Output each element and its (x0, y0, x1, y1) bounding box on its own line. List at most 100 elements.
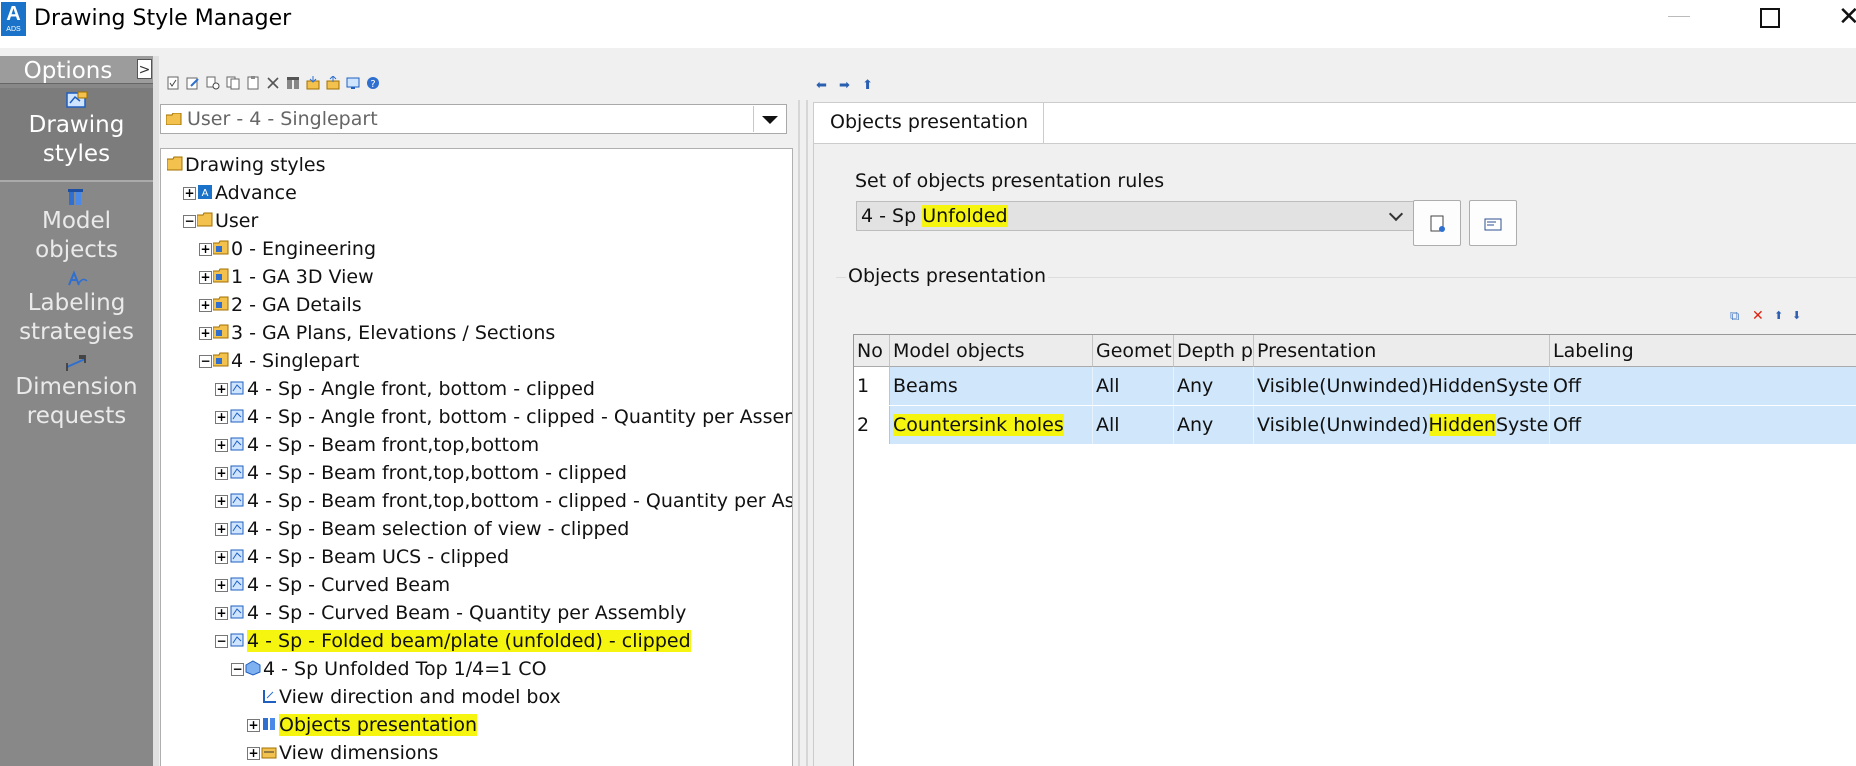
cell-presentation[interactable]: Visible(Unwinded)HiddenSystem (1254, 406, 1550, 444)
tree-item[interactable]: View direction and model box (161, 685, 792, 713)
tree-item[interactable]: +4 - Sp - Angle front, bottom - clipped (161, 377, 792, 405)
cell-model-objects[interactable]: Beams (890, 367, 1093, 405)
tree-item[interactable]: +4 - Sp - Curved Beam (161, 573, 792, 601)
tree-item[interactable]: + Objects presentation (161, 713, 792, 741)
col-no[interactable]: No (854, 335, 890, 367)
tree-item[interactable]: +2 - GA Details (161, 293, 792, 321)
tree-item[interactable]: +1 - GA 3D View (161, 265, 792, 293)
expand-icon[interactable]: + (215, 467, 228, 480)
maximize-button[interactable] (1760, 8, 1780, 28)
table-row[interactable]: 2 Countersink holes All Any Visible(Unwi… (854, 406, 1856, 444)
tree-item[interactable]: +4 - Sp - Beam front,top,bottom (161, 433, 792, 461)
rules-set-select-value: 4 - Sp Unfolded (861, 205, 1008, 227)
tree-item[interactable]: +4 - Sp - Beam UCS - clipped (161, 545, 792, 573)
tree-item[interactable]: − 4 - Sp Unfolded Top 1/4=1 CO (161, 657, 792, 685)
tree-item[interactable]: +4 - Sp - Beam selection of view - clipp… (161, 517, 792, 545)
collapse-icon[interactable]: − (183, 215, 196, 228)
expand-icon[interactable]: + (199, 243, 212, 256)
duplicate-icon[interactable] (226, 76, 240, 90)
copy-style-icon[interactable] (206, 76, 220, 90)
expand-icon[interactable]: + (183, 187, 196, 200)
forward-arrow-icon[interactable]: ➡ (839, 78, 850, 93)
tree-item[interactable]: − User (161, 209, 792, 237)
cell-depth[interactable]: Any (1174, 406, 1254, 444)
preview-icon[interactable] (346, 76, 360, 90)
cell-labeling[interactable]: Off (1550, 406, 1856, 444)
tree-item[interactable]: Drawing styles (161, 153, 792, 181)
back-arrow-icon[interactable]: ⬅ (816, 78, 827, 93)
tree-item[interactable]: +4 - Sp - Beam front,top,bottom - clippe… (161, 489, 792, 517)
drawing-style-select[interactable]: User - 4 - Singlepart (160, 104, 787, 134)
expand-icon[interactable]: + (215, 607, 228, 620)
tab-objects-presentation[interactable]: Objects presentation (816, 103, 1044, 143)
tree-item[interactable]: +4 - Sp - Beam front,top,bottom - clippe… (161, 461, 792, 489)
edit-style-icon[interactable] (186, 76, 200, 90)
expand-icon[interactable]: + (247, 747, 260, 760)
tree-item[interactable]: + A Advance (161, 181, 792, 209)
tree-item[interactable]: +3 - GA Plans, Elevations / Sections (161, 321, 792, 349)
tree-item[interactable]: +4 - Sp - Angle front, bottom - clipped … (161, 405, 792, 433)
nav-dimension-requests[interactable]: Dimension requests (0, 350, 153, 432)
export-icon[interactable] (326, 76, 340, 90)
cell-labeling[interactable]: Off (1550, 367, 1856, 405)
tree-item[interactable]: − 4 - Sp - Folded beam/plate (unfolded) -… (161, 629, 792, 657)
move-down-icon[interactable]: ⬇ (1792, 309, 1801, 322)
expand-icon[interactable]: + (215, 495, 228, 508)
expand-icon[interactable]: + (199, 271, 212, 284)
minimize-button[interactable] (1668, 16, 1690, 17)
expand-icon[interactable]: + (215, 411, 228, 424)
delete-row-icon[interactable]: ✕ (1752, 308, 1764, 324)
cell-geometry[interactable]: All (1093, 367, 1174, 405)
expand-icon[interactable]: + (215, 523, 228, 536)
col-presentation[interactable]: Presentation (1254, 335, 1550, 367)
cell-depth[interactable]: Any (1174, 367, 1254, 405)
sidebar-splitter[interactable] (153, 56, 159, 766)
import-icon[interactable] (306, 76, 320, 90)
expand-icon[interactable]: + (199, 327, 212, 340)
history-nav: ⬅ ➡ ⬆ (816, 78, 873, 93)
style-folder-icon (213, 324, 229, 339)
paste-icon[interactable] (246, 76, 260, 90)
up-arrow-icon[interactable]: ⬆ (862, 78, 873, 93)
table-row[interactable]: 1 Beams All Any Visible(Unwinded)HiddenS… (854, 367, 1856, 405)
nav-drawing-styles[interactable]: Drawing styles (0, 88, 153, 182)
col-depth[interactable]: Depth pi (1174, 335, 1254, 367)
collapse-icon[interactable]: − (231, 663, 244, 676)
col-geometry[interactable]: Geometr (1093, 335, 1174, 367)
drawing-style-icon (230, 521, 244, 535)
rules-set-browse-button[interactable] (1413, 200, 1461, 246)
collapse-icon[interactable]: − (199, 355, 212, 368)
close-button[interactable]: ✕ (1838, 2, 1856, 32)
collapse-icon[interactable]: − (215, 635, 228, 648)
expand-icon[interactable]: + (215, 439, 228, 452)
rules-set-edit-button[interactable] (1469, 200, 1517, 246)
col-labeling[interactable]: Labeling (1550, 335, 1856, 367)
help-icon[interactable]: ? (366, 76, 380, 90)
tree-item[interactable]: +0 - Engineering (161, 237, 792, 265)
delete-icon[interactable] (266, 76, 280, 90)
pane-divider[interactable] (798, 100, 800, 766)
rules-set-select[interactable]: 4 - Sp Unfolded (856, 201, 1414, 231)
expand-icon[interactable]: + (199, 299, 212, 312)
new-style-icon[interactable] (166, 76, 180, 90)
tree-item-label: 3 - GA Plans, Elevations / Sections (231, 322, 556, 344)
move-up-icon[interactable]: ⬆ (1774, 309, 1783, 322)
expand-icon[interactable]: + (247, 719, 260, 732)
cell-model-objects[interactable]: Countersink holes (890, 406, 1093, 444)
tree-item[interactable]: − 4 - Singlepart (161, 349, 792, 377)
expand-icon[interactable]: + (215, 383, 228, 396)
drawing-style-icon (230, 493, 244, 507)
col-model-objects[interactable]: Model objects (890, 335, 1093, 367)
cell-presentation[interactable]: Visible(Unwinded)HiddenSystem (1254, 367, 1550, 405)
expand-icon[interactable]: + (215, 551, 228, 564)
expand-icon[interactable]: + (215, 579, 228, 592)
nav-labeling-strategies[interactable]: Labeling strategies (0, 266, 153, 348)
cell-geometry[interactable]: All (1093, 406, 1174, 444)
copy-row-icon[interactable]: ⧉ (1730, 309, 1739, 324)
chevron-down-icon[interactable] (753, 106, 785, 132)
options-toggle-button[interactable]: > (137, 59, 152, 79)
library-icon[interactable] (286, 76, 300, 90)
tree-item[interactable]: + View dimensions (161, 741, 792, 766)
tree-item[interactable]: +4 - Sp - Curved Beam - Quantity per Ass… (161, 601, 792, 629)
nav-model-objects[interactable]: Model objects (0, 184, 153, 264)
